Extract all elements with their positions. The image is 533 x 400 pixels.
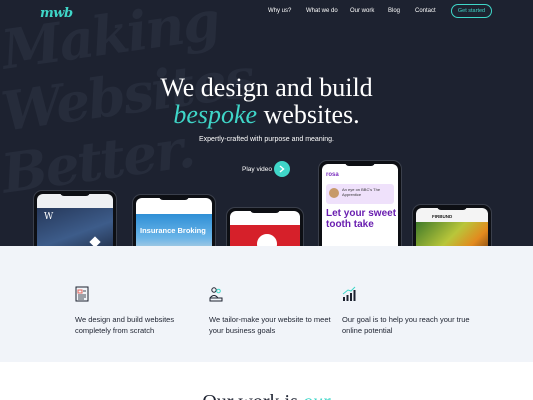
nav-what-we-do[interactable]: What we do	[306, 8, 338, 14]
phone-notch	[250, 208, 280, 213]
get-started-button[interactable]: Get started	[451, 4, 492, 18]
phone-headline: Let your sweet tooth take	[326, 208, 397, 230]
phone-screen-image	[416, 222, 488, 246]
play-video-button[interactable]	[274, 161, 290, 177]
insurance-banner: Insurance Broking	[140, 226, 206, 235]
our-work-section: Our work is our	[0, 362, 533, 400]
feature-text: We tailor-make your website to meet your…	[209, 315, 331, 335]
phone-mockup-5: FIRBUND	[412, 204, 492, 246]
phone-article-card: An eye on BBC's The Apprentice	[326, 184, 394, 204]
phone-mockup-2: Insurance Broking	[132, 194, 216, 246]
nav-our-work[interactable]: Our work	[350, 8, 374, 14]
phone-screen	[230, 211, 300, 246]
section-heading-accent: our	[303, 391, 331, 400]
hero-headline-line1: We design and build	[160, 73, 373, 102]
play-video-label[interactable]: Play video	[242, 166, 272, 173]
phone-screen: rosa An eye on BBC's The Apprentice Let …	[322, 164, 398, 246]
hero-subtitle: Expertly-crafted with purpose and meanin…	[198, 136, 335, 143]
phone-screen: FIRBUND	[416, 208, 488, 246]
document-icon	[75, 286, 89, 302]
people-icon	[209, 287, 223, 302]
w-logo-icon: W	[44, 212, 54, 222]
arrow-right-icon	[279, 165, 285, 173]
nav-contact[interactable]: Contact	[415, 8, 436, 14]
phone-notch	[159, 195, 189, 200]
phone-screen: W	[37, 194, 113, 246]
feature-item: Our goal is to help you reach your true …	[342, 286, 472, 336]
features-section: We design and build websites completely …	[0, 246, 533, 362]
feature-text: Our goal is to help you reach your true …	[342, 315, 470, 335]
phone-notch	[437, 205, 467, 210]
phone-notch	[345, 161, 375, 166]
feature-item: We design and build websites completely …	[75, 286, 205, 336]
phone-mockup-3	[226, 207, 304, 246]
hero-headline-accent: bespoke	[173, 100, 258, 129]
phone-mockup-4: rosa An eye on BBC's The Apprentice Let …	[318, 160, 402, 246]
section-heading-text: Our work is	[202, 391, 298, 400]
phone-screen: Insurance Broking	[136, 198, 212, 246]
hero-headline-line2: bespoke websites.	[0, 101, 533, 129]
feature-text: We design and build websites completely …	[75, 315, 175, 335]
phone-notch	[60, 191, 90, 196]
phone-brand-label: rosa	[326, 172, 339, 178]
phone-article-title: An eye on BBC's The Apprentice	[342, 187, 381, 197]
avatar	[329, 188, 339, 198]
phone-mockup-1: W	[33, 190, 117, 246]
feature-item: We tailor-make your website to meet your…	[209, 286, 339, 336]
nav-why-us[interactable]: Why us?	[268, 8, 291, 14]
hero-section: Making Websites Better. mwb Why us? What…	[0, 0, 533, 246]
hero-headline-rest: websites.	[257, 100, 360, 129]
nav-blog[interactable]: Blog	[388, 8, 400, 14]
section-heading: Our work is our	[0, 391, 533, 400]
growth-chart-icon	[342, 286, 356, 301]
phone-brand-label: FIRBUND	[432, 214, 453, 219]
